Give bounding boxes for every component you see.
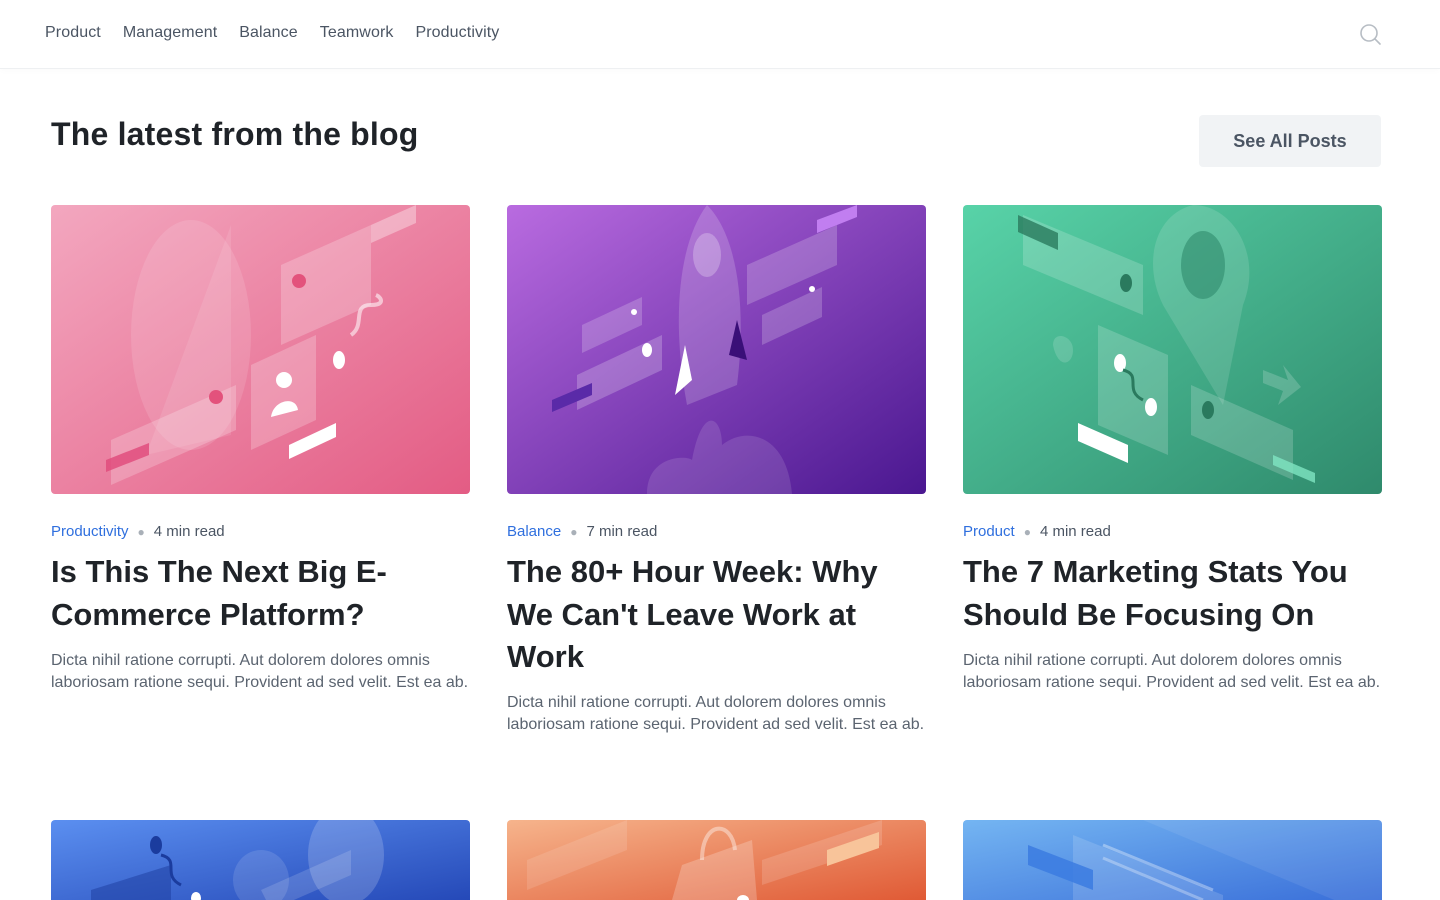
post-meta: Balance ● 7 min read	[507, 523, 657, 540]
post-description: Dicta nihil ratione corrupti. Aut dolore…	[51, 652, 469, 692]
post-title[interactable]: The 7 Marketing Stats You Should Be Focu…	[963, 551, 1382, 636]
post-image[interactable]	[963, 205, 1382, 494]
meta-separator: ●	[137, 524, 145, 539]
nav-link-management[interactable]: Management	[123, 24, 217, 42]
post-meta: Productivity ● 4 min read	[51, 523, 225, 540]
nav-link-product[interactable]: Product	[45, 24, 101, 42]
blog-heading: The latest from the blog	[51, 116, 419, 152]
read-time: 7 min read	[586, 523, 658, 540]
read-time: 4 min read	[1039, 523, 1111, 540]
search-icon	[1360, 24, 1381, 45]
post-meta: Product ● 4 min read	[963, 523, 1111, 540]
nav-link-productivity[interactable]: Productivity	[415, 24, 499, 42]
post-category-link[interactable]: Productivity	[51, 523, 129, 540]
post-description: Dicta nihil ratione corrupti. Aut dolore…	[507, 694, 925, 734]
post-title[interactable]: Is This The Next Big E-Commerce Platform…	[51, 551, 470, 636]
post-title[interactable]: The 80+ Hour Week: Why We Can't Leave Wo…	[507, 551, 926, 679]
post-category-link[interactable]: Product	[963, 523, 1015, 540]
see-all-posts-button[interactable]: See All Posts	[1199, 115, 1381, 167]
search-button[interactable]	[1357, 21, 1383, 47]
top-navigation: Product Management Balance Teamwork Prod…	[0, 0, 1440, 69]
post-category-link[interactable]: Balance	[507, 523, 561, 540]
read-time: 4 min read	[153, 523, 225, 540]
nav-link-teamwork[interactable]: Teamwork	[320, 24, 394, 42]
post-image[interactable]	[963, 820, 1382, 900]
post-image[interactable]	[507, 820, 926, 900]
meta-separator: ●	[1023, 524, 1031, 539]
meta-separator: ●	[570, 524, 578, 539]
category-nav: Product Management Balance Teamwork Prod…	[45, 24, 499, 42]
nav-link-balance[interactable]: Balance	[239, 24, 298, 42]
post-image[interactable]	[51, 205, 470, 494]
post-image[interactable]	[51, 820, 470, 900]
post-description: Dicta nihil ratione corrupti. Aut dolore…	[963, 652, 1381, 692]
post-image[interactable]	[507, 205, 926, 494]
